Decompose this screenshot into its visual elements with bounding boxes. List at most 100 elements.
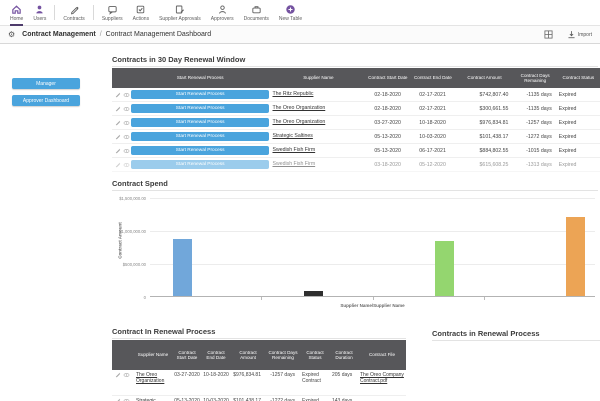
- contract-start-date-cell: 02-18-2020: [365, 92, 410, 98]
- toolbar-item-contracts[interactable]: Contracts: [58, 0, 89, 25]
- contract-file-cell: The Oreo Company Contract.pdf: [358, 370, 406, 385]
- toolbar-item-approvers[interactable]: Approvers: [206, 0, 239, 25]
- toolbar-item-label: Supplier Approvals: [159, 17, 201, 22]
- contract-end-date-cell: 05-12-2020: [410, 162, 455, 168]
- edit-icon[interactable]: [115, 92, 121, 98]
- start-renewal-process-button[interactable]: Start Renewal Process: [131, 90, 269, 100]
- table-row: The Oreo Organization 03-27-2020 10-18-2…: [112, 370, 406, 396]
- view-icon[interactable]: [123, 120, 130, 126]
- edit-icon[interactable]: [115, 120, 121, 126]
- view-icon[interactable]: [123, 372, 130, 378]
- row-actions: [112, 134, 131, 140]
- supplier-link[interactable]: Swedish Fish Firm: [272, 161, 315, 168]
- x-tick: [484, 297, 485, 300]
- edit-icon[interactable]: [115, 162, 121, 168]
- contract-amount-cell: $976,834.81: [455, 120, 513, 126]
- contract-status-cell: Expired: [557, 148, 600, 154]
- chart-plot-area: [150, 198, 595, 297]
- breadcrumb-separator: /: [100, 31, 102, 38]
- start-renewal-process-button[interactable]: Start Renewal Process: [131, 104, 269, 114]
- column-header: Contract Days Remaining: [514, 72, 557, 85]
- column-header: Contract Duration: [330, 349, 358, 362]
- supplier-link[interactable]: The Oreo Organization: [136, 372, 172, 385]
- column-header: Start Renewal Process: [131, 74, 270, 82]
- supplier-link[interactable]: The Ritz Republic: [272, 91, 313, 98]
- contract-status-cell: Expired: [557, 134, 600, 140]
- column-header: Contract Days Remaining: [266, 349, 300, 362]
- toolbar-divider: [93, 5, 94, 20]
- table-row: Start Renewal Process The Ritz Republic …: [112, 88, 600, 102]
- toolbar-item-label: Contracts: [63, 17, 84, 22]
- edit-icon[interactable]: [115, 106, 121, 112]
- import-button[interactable]: Import: [567, 30, 592, 39]
- gear-icon[interactable]: ⚙: [8, 31, 15, 39]
- tables-grid-icon[interactable]: [544, 30, 553, 39]
- contract-status-cell: Expired Contract: [300, 396, 330, 401]
- chart-y-axis-title: Contract Amount: [118, 216, 123, 266]
- breadcrumb: ⚙ Contract Management / Contract Managem…: [0, 26, 600, 44]
- contract-status-cell: Expired: [557, 106, 600, 112]
- toolbar-item-suppliers[interactable]: Suppliers: [97, 0, 128, 25]
- toolbar-item-new-table[interactable]: New Table: [274, 0, 307, 25]
- renewal-window-title: Contracts in 30 Day Renewal Window: [112, 55, 245, 64]
- supplier-name-cell: Swedish Fish Firm: [269, 161, 365, 168]
- start-renewal-cell: Start Renewal Process: [131, 160, 270, 170]
- approver-dashboard-button[interactable]: Approver Dashboard: [12, 95, 80, 106]
- supplier-name-cell: Swedish Fish Firm: [269, 147, 365, 154]
- toolbar-item-label: Approvers: [211, 17, 234, 22]
- column-header: Contract Amount: [230, 349, 266, 362]
- toolbar-item-label: Actions: [133, 17, 149, 22]
- edit-icon[interactable]: [115, 372, 121, 378]
- contract-end-date-cell: 02-17-2021: [410, 92, 455, 98]
- column-header: Contract Start Date: [365, 74, 410, 82]
- supplier-name-cell: The Oreo Organization: [134, 370, 172, 385]
- start-renewal-process-button[interactable]: Start Renewal Process: [131, 146, 269, 156]
- toolbar-divider: [54, 5, 55, 20]
- contract-start-date-cell: 03-27-2020: [172, 370, 202, 378]
- supplier-link[interactable]: Swedish Fish Firm: [272, 147, 315, 154]
- manager-button[interactable]: Manager: [12, 78, 80, 89]
- view-icon[interactable]: [123, 148, 130, 154]
- toolbar-item-actions[interactable]: Actions: [128, 0, 154, 25]
- breadcrumb-app[interactable]: Contract Management: [22, 31, 96, 38]
- contract-file-link[interactable]: The Oreo Company Contract.pdf: [360, 372, 406, 385]
- start-renewal-process-button[interactable]: Start Renewal Process: [131, 118, 269, 128]
- toolbar-item-users[interactable]: Users: [28, 0, 51, 25]
- edit-icon[interactable]: [115, 134, 121, 140]
- start-renewal-process-button[interactable]: Start Renewal Process: [131, 160, 269, 170]
- contract-start-date-cell: 05-13-2020: [365, 134, 410, 140]
- contract-file-cell: [358, 396, 406, 398]
- table-row: Strategic Saltines 05-13-2020 10-03-2020…: [112, 396, 406, 401]
- column-header: Contract End Date: [202, 349, 230, 362]
- column-header: Contract Start Date: [172, 349, 202, 362]
- contract-spend-title: Contract Spend: [112, 179, 168, 188]
- y-tick-label: 0: [112, 295, 146, 300]
- contract-start-date-cell: 03-18-2020: [365, 162, 410, 168]
- start-renewal-cell: Start Renewal Process: [131, 118, 270, 128]
- supplier-link[interactable]: The Oreo Organization: [272, 105, 325, 112]
- gridline: [150, 264, 595, 265]
- import-icon: [567, 30, 576, 39]
- supplier-link[interactable]: Strategic Saltines: [272, 133, 312, 140]
- contract-status-cell: Expired: [557, 92, 600, 98]
- view-icon[interactable]: [123, 92, 130, 98]
- row-actions: [112, 370, 134, 378]
- days-remaining-cell: -1272 days: [513, 134, 556, 140]
- start-renewal-process-button[interactable]: Start Renewal Process: [131, 132, 269, 142]
- view-icon[interactable]: [123, 162, 130, 168]
- edit-icon[interactable]: [115, 148, 121, 154]
- toolbar-item-label: New Table: [279, 17, 302, 22]
- toolbar-item-documents[interactable]: Documents: [239, 0, 274, 25]
- contract-start-date-cell: 05-13-2020: [172, 396, 202, 401]
- contract-status-cell: Expired Contract: [300, 370, 330, 385]
- days-remaining-cell: -1135 days: [513, 92, 556, 98]
- supplier-link[interactable]: The Oreo Organization: [272, 119, 325, 126]
- y-tick-label: $1,500,000.00: [112, 196, 146, 201]
- column-header: Contract File: [358, 351, 406, 359]
- toolbar-item-supplier-approvals[interactable]: Supplier Approvals: [154, 0, 206, 25]
- view-icon[interactable]: [123, 134, 130, 140]
- row-actions: [112, 162, 131, 168]
- view-icon[interactable]: [123, 106, 130, 112]
- column-header: Contract End Date: [410, 74, 455, 82]
- toolbar-item-home[interactable]: Home: [5, 0, 28, 25]
